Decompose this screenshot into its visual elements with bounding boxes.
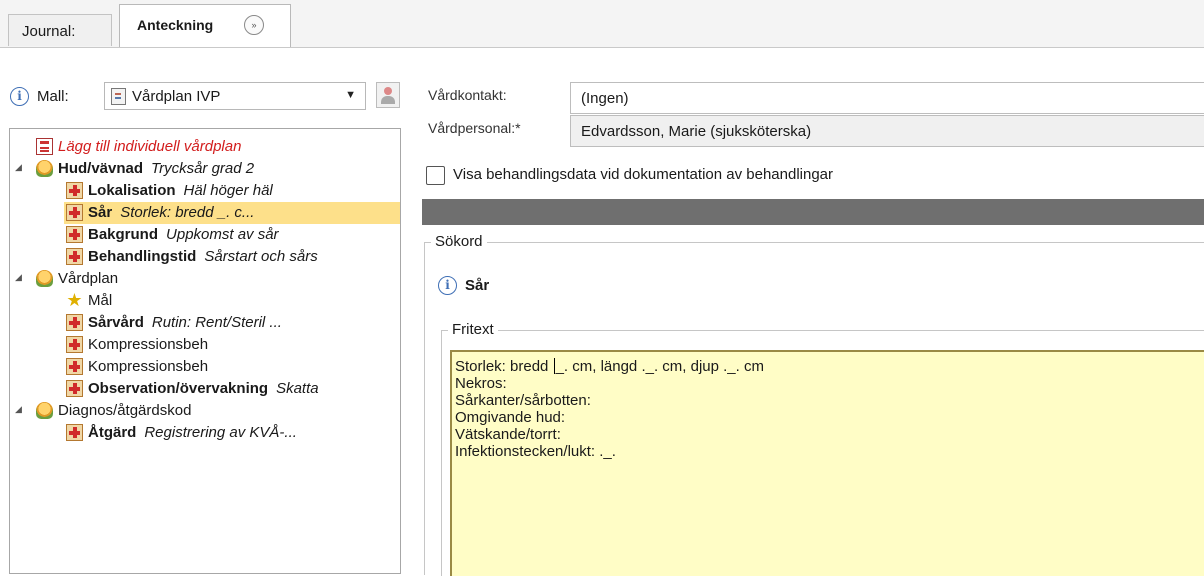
keyword-icon (66, 314, 83, 331)
fritext-line: Infektionstecken/lukt: ._. (455, 443, 616, 460)
tree-item-label: Åtgärd (88, 424, 137, 441)
keyword-icon (66, 226, 83, 243)
keyword-group-icon (36, 270, 53, 287)
sokord-group: Sökord i Sår Fritext Storlek: bredd _. c… (424, 233, 1204, 576)
dropdown-arrow-icon[interactable]: ▼ (345, 89, 356, 101)
keyword-group-icon (36, 160, 53, 177)
vardpersonal-value: Edvardsson, Marie (sjuksköterska) (581, 123, 812, 140)
text-cursor (553, 358, 555, 374)
fritext-legend: Fritext (448, 321, 498, 338)
fritext-textarea[interactable]: Storlek: bredd _. cm, längd ._. cm, djup… (450, 350, 1204, 576)
collapse-icon[interactable]: ◢ (15, 162, 22, 173)
tab-strip: Journal: Anteckning » (0, 0, 1204, 48)
add-individual-plan-label: Lägg till individuell vårdplan (58, 138, 242, 155)
tree-item-label: Observation/övervakning (88, 380, 269, 397)
mall-dropdown-value: Vårdplan IVP (132, 88, 221, 105)
tree-group-label: Vårdplan (58, 270, 119, 287)
tree-item-label: Kompressionsbeh (88, 336, 209, 353)
tree-item-sar[interactable]: Sår Storlek: bredd _. c... (64, 202, 400, 224)
double-chevron-right-icon[interactable]: » (244, 15, 264, 35)
keyword-icon (66, 204, 83, 221)
tree-group-label: Hud/vävnad (58, 160, 144, 177)
collapse-icon[interactable]: ◢ (15, 404, 22, 415)
vardkontakt-field[interactable]: (Ingen) (570, 82, 1204, 114)
right-panel: Vårdkontakt: (Ingen) Vårdpersonal:* Edva… (402, 48, 1204, 576)
fritext-line: Storlek: bredd _. cm, längd ._. cm, djup… (455, 358, 1204, 375)
collapse-icon[interactable]: ◢ (15, 272, 22, 283)
keyword-icon (66, 424, 83, 441)
info-icon[interactable]: i (438, 276, 457, 295)
tree-group-label: Diagnos/åtgärdskod (58, 402, 192, 419)
mall-label: Mall: (37, 88, 69, 105)
tree-item-label: Kompressionsbeh (88, 358, 209, 375)
keyword-icon (66, 336, 83, 353)
keyword-icon (66, 248, 83, 265)
tree-item-label: Bakgrund (88, 226, 159, 243)
tree-item-subtitle: Skatta (276, 380, 319, 397)
tree-item-label: Sår (88, 204, 113, 221)
vardpersonal-label: Vårdpersonal:* (428, 120, 521, 136)
keyword-icon (66, 380, 83, 397)
fritext-line-text: Storlek: bredd (455, 358, 549, 375)
info-icon[interactable]: i (10, 87, 29, 106)
section-header-bar (422, 199, 1204, 225)
tab-journal[interactable]: Journal: (8, 14, 112, 46)
treatment-data-checkbox[interactable] (426, 166, 445, 185)
mall-dropdown[interactable]: Vårdplan IVP ▼ (104, 82, 366, 110)
vardkontakt-value: (Ingen) (581, 90, 629, 107)
fritext-line: Sårkanter/sårbotten: (455, 392, 591, 409)
keyword-title: Sår (465, 277, 490, 294)
tree-item-subtitle: Rutin: Rent/Steril ... (151, 314, 282, 331)
tree-item-label: Sårvård (88, 314, 144, 331)
template-document-icon (111, 88, 126, 105)
fritext-line: Omgivande hud: (455, 409, 566, 426)
keyword-icon (66, 358, 83, 375)
mall-row: i Mall: Vårdplan IVP ▼ (10, 82, 400, 110)
tree-item-subtitle: Registrering av KVÅ-... (144, 424, 297, 441)
person-icon[interactable] (376, 82, 400, 108)
fritext-line: Vätskande/torrt: (455, 426, 561, 443)
fritext-group: Fritext Storlek: bredd _. cm, längd ._. … (441, 321, 1204, 576)
tree-item-subtitle: Sårstart och sårs (204, 248, 318, 265)
treatment-data-checkbox-label: Visa behandlingsdata vid dokumentation a… (453, 166, 834, 183)
fritext-line: Nekros: (455, 375, 507, 392)
sokord-legend: Sökord (431, 233, 487, 250)
tab-anteckning-label: Anteckning (137, 17, 214, 33)
keyword-icon (66, 182, 83, 199)
tree-item-label: Behandlingstid (88, 248, 197, 265)
tree-item-subtitle: Storlek: bredd _. c... (120, 204, 255, 221)
tab-journal-label: Journal: (22, 23, 76, 40)
tree-group-subtitle: Trycksår grad 2 (151, 160, 255, 177)
left-panel: i Mall: Vårdplan IVP ▼ Lägg till individ… (0, 48, 402, 574)
vardpersonal-field[interactable]: Edvardsson, Marie (sjuksköterska) (570, 115, 1204, 147)
tree-item-label: Lokalisation (88, 182, 176, 199)
tree-item-label: Mål (88, 292, 113, 309)
tree-item-subtitle: Häl höger häl (183, 182, 273, 199)
star-icon: ★ (66, 290, 83, 310)
keyword-group-icon (36, 402, 53, 419)
fritext-line-text: _. cm, längd ._. cm, djup ._. cm (555, 358, 764, 375)
tab-anteckning[interactable]: Anteckning » (119, 4, 291, 47)
care-plan-tree[interactable]: Lägg till individuell vårdplan ◢ Hud/väv… (9, 128, 401, 574)
care-plan-icon (36, 138, 53, 155)
vardkontakt-label: Vårdkontakt: (428, 87, 507, 103)
tree-item-subtitle: Uppkomst av sår (166, 226, 279, 243)
